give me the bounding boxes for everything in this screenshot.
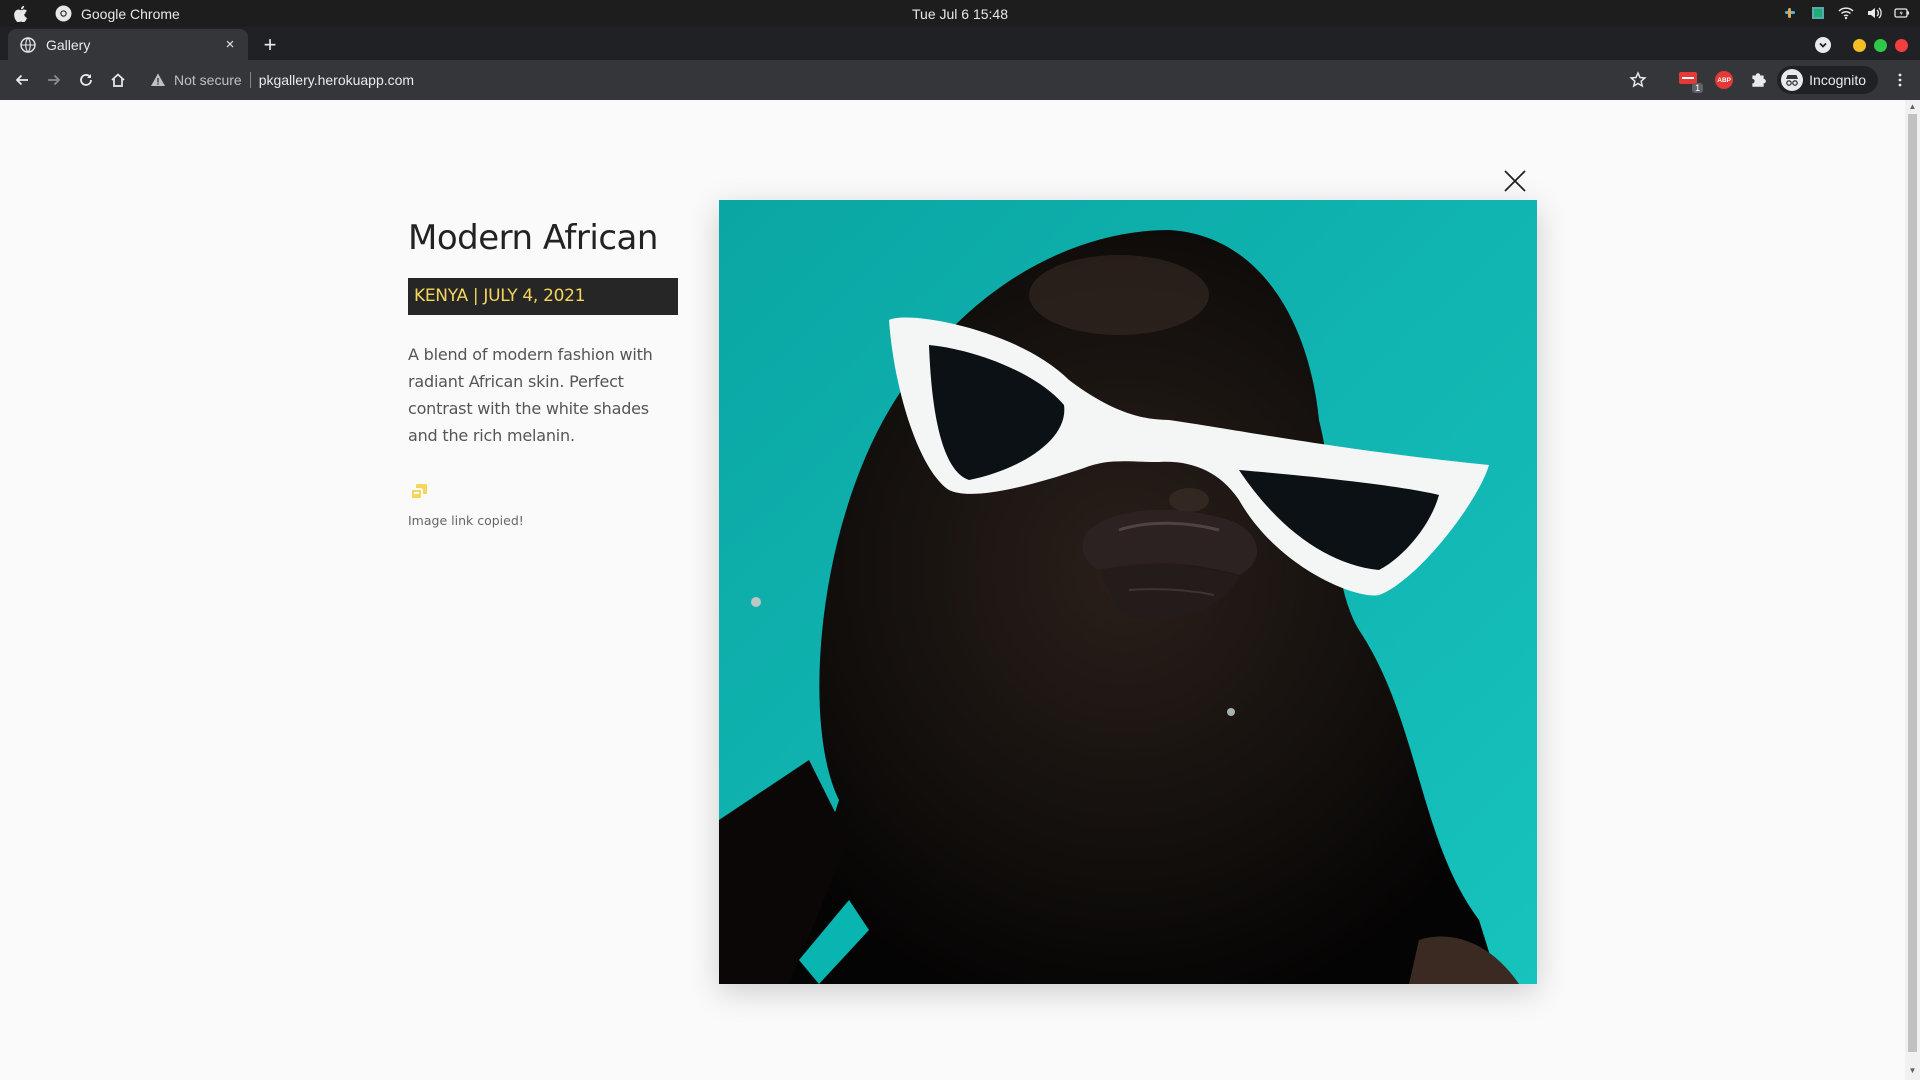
active-app[interactable]: Google Chrome <box>55 5 180 22</box>
minimize-button[interactable] <box>1853 38 1866 52</box>
extension-badge: 1 <box>1692 83 1704 93</box>
maximize-button[interactable] <box>1874 38 1887 52</box>
close-window-button[interactable] <box>1895 38 1908 52</box>
battery-icon[interactable] <box>1894 5 1910 21</box>
scroll-down-arrow-icon[interactable]: ▼ <box>1908 1067 1917 1075</box>
extensions-area: 1 ABP Incognito <box>1629 66 1908 94</box>
tab-strip: Gallery × + <box>0 27 1920 60</box>
warning-icon[interactable] <box>150 72 166 88</box>
system-tray <box>1782 5 1910 21</box>
tab-close-icon[interactable]: × <box>220 35 240 55</box>
profile-label: Incognito <box>1809 72 1866 88</box>
back-arrow-icon <box>15 74 28 86</box>
forward-arrow-icon <box>48 74 61 86</box>
clock[interactable]: Tue Jul 6 15:48 <box>912 6 1008 22</box>
scrollbar-thumb[interactable] <box>1908 114 1917 1052</box>
chrome-icon <box>55 5 72 22</box>
favicon-icon <box>20 36 36 53</box>
apple-menu-icon[interactable] <box>14 5 30 22</box>
volume-icon[interactable] <box>1866 5 1882 21</box>
slack-icon[interactable] <box>1782 5 1798 21</box>
tray-app-icon[interactable] <box>1810 5 1826 21</box>
copy-link-icon[interactable] <box>408 481 430 503</box>
wifi-icon[interactable] <box>1838 5 1854 21</box>
scroll-up-arrow-icon[interactable]: ▲ <box>1908 103 1917 111</box>
page-content: Modern African KENYA | JULY 4, 2021 A bl… <box>0 100 1905 1080</box>
tab-title: Gallery <box>46 36 91 53</box>
browser-toolbar: Not secure pkgallery.herokuapp.com 1 ABP… <box>0 60 1920 100</box>
home-button[interactable] <box>106 68 130 92</box>
extension-red-icon[interactable]: 1 <box>1679 71 1704 93</box>
reload-icon <box>80 74 92 86</box>
reload-button[interactable] <box>74 68 98 92</box>
active-app-name: Google Chrome <box>81 5 180 22</box>
tab-gallery[interactable]: Gallery × <box>8 29 248 60</box>
extensions-puzzle-icon[interactable] <box>1749 71 1767 89</box>
url-text[interactable]: pkgallery.herokuapp.com <box>259 72 414 88</box>
window-controls <box>1815 37 1908 53</box>
bookmark-star-icon[interactable] <box>1629 71 1647 89</box>
os-top-bar: Google Chrome Tue Jul 6 15:48 <box>0 0 1920 27</box>
image-title: Modern African <box>408 218 658 258</box>
home-icon <box>111 73 125 87</box>
image-info-panel: Modern African KENYA | JULY 4, 2021 A bl… <box>408 218 678 528</box>
page-scrollbar[interactable]: ▲ ▼ <box>1905 100 1920 1080</box>
back-button[interactable] <box>10 68 34 92</box>
image-description: A blend of modern fashion with radiant A… <box>408 345 653 445</box>
forward-button[interactable] <box>42 68 66 92</box>
adblock-label: ABP <box>1717 76 1732 84</box>
tab-search-icon[interactable] <box>1815 37 1831 53</box>
adblock-icon[interactable]: ABP <box>1715 71 1734 89</box>
gallery-photo <box>719 200 1537 984</box>
profile-button[interactable]: Incognito <box>1777 66 1878 94</box>
location-date-badge: KENYA | JULY 4, 2021 <box>408 278 678 315</box>
menu-kebab-icon[interactable] <box>1892 72 1908 88</box>
copy-status: Image link copied! <box>408 513 524 528</box>
address-bar[interactable]: Not secure pkgallery.herokuapp.com <box>140 65 1620 95</box>
new-tab-button[interactable]: + <box>258 34 282 58</box>
security-label[interactable]: Not secure <box>174 72 242 88</box>
incognito-icon <box>1781 69 1804 91</box>
omnibox-divider <box>249 72 251 88</box>
portrait-image <box>719 200 1537 984</box>
close-modal-icon[interactable] <box>1500 166 1530 196</box>
